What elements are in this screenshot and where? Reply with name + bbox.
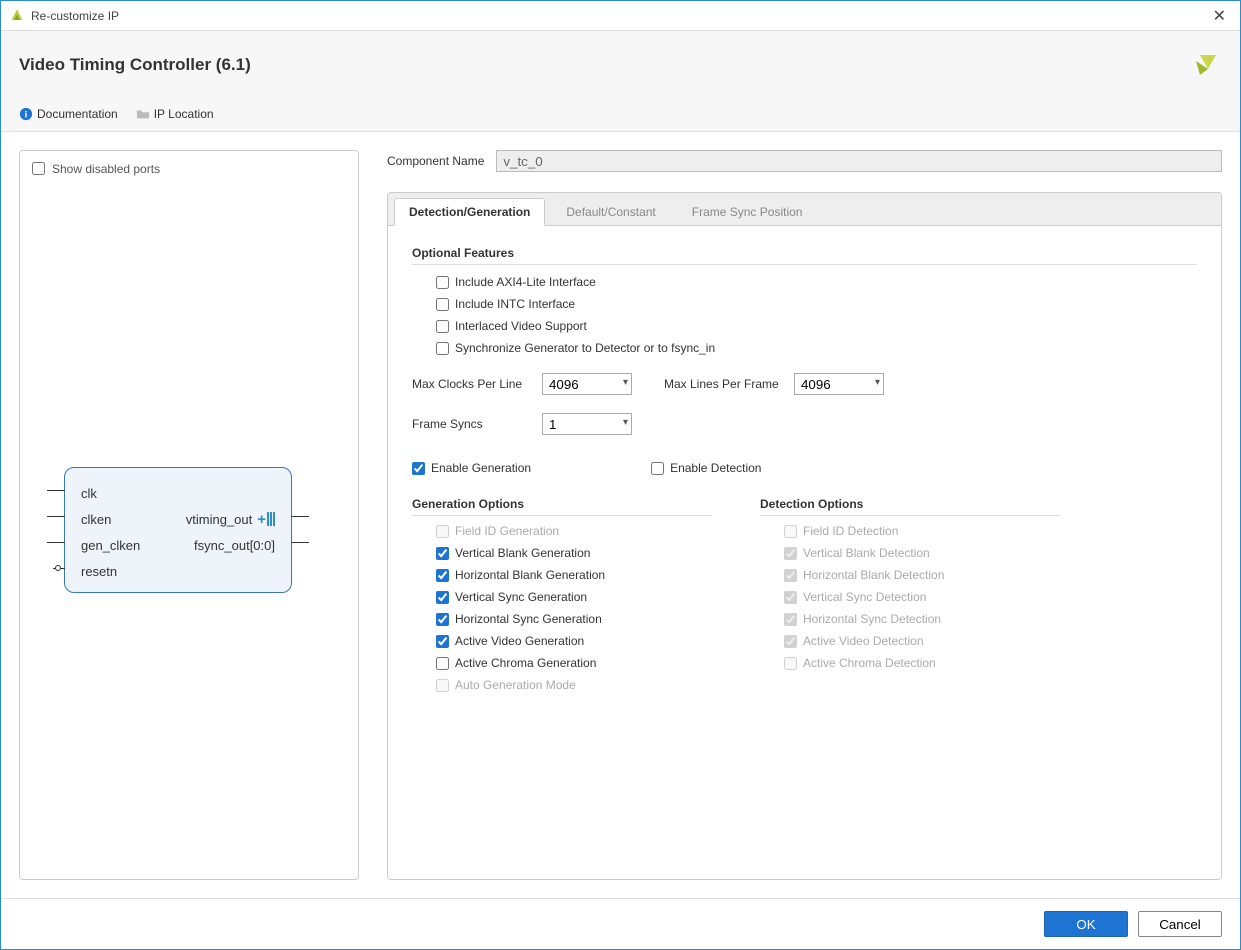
det-vblank: Vertical Blank Detection <box>784 546 1060 560</box>
max-clocks-label: Max Clocks Per Line <box>412 377 530 391</box>
show-disabled-ports-checkbox[interactable]: Show disabled ports <box>28 159 350 178</box>
folder-icon <box>136 107 150 121</box>
port-clken: clken <box>81 512 111 527</box>
port-resetn: resetn <box>81 564 117 579</box>
gen-active-video[interactable]: Active Video Generation <box>436 634 712 648</box>
tab-detection-generation[interactable]: Detection/Generation <box>394 198 545 226</box>
documentation-label: Documentation <box>37 107 118 121</box>
det-hblank: Horizontal Blank Detection <box>784 568 1060 582</box>
cancel-button[interactable]: Cancel <box>1138 911 1222 937</box>
det-hsync: Horizontal Sync Detection <box>784 612 1060 626</box>
header-area: Video Timing Controller (6.1) i Document… <box>1 31 1240 132</box>
port-clk: clk <box>81 486 97 501</box>
block-diagram: clk clken vtiming_out + <box>64 467 292 593</box>
enable-generation[interactable]: Enable Generation <box>412 461 531 475</box>
tabbed-area: Detection/Generation Default/Constant Fr… <box>387 192 1222 880</box>
opt-interlaced[interactable]: Interlaced Video Support <box>436 319 1197 333</box>
component-name-input[interactable] <box>496 150 1222 172</box>
gen-vblank[interactable]: Vertical Blank Generation <box>436 546 712 560</box>
main-area: Show disabled ports clk <box>1 132 1240 898</box>
opt-sync-detector[interactable]: Synchronize Generator to Detector or to … <box>436 341 1197 355</box>
window-title: Re-customize IP <box>31 9 1207 23</box>
detection-options-title: Detection Options <box>760 497 1060 516</box>
generation-options-title: Generation Options <box>412 497 712 516</box>
close-icon[interactable]: ✕ <box>1207 6 1232 26</box>
gen-hsync[interactable]: Horizontal Sync Generation <box>436 612 712 626</box>
opt-axi4lite[interactable]: Include AXI4-Lite Interface <box>436 275 1197 289</box>
titlebar: Re-customize IP ✕ <box>1 1 1240 31</box>
gen-field-id: Field ID Generation <box>436 524 712 538</box>
det-vsync: Vertical Sync Detection <box>784 590 1060 604</box>
ip-block: clk clken vtiming_out + <box>64 467 292 593</box>
ip-location-label: IP Location <box>154 107 214 121</box>
bus-icon: + <box>257 511 275 528</box>
det-field-id: Field ID Detection <box>784 524 1060 538</box>
ok-button[interactable]: OK <box>1044 911 1128 937</box>
tab-default-constant[interactable]: Default/Constant <box>551 198 670 226</box>
port-vtiming-out: vtiming_out <box>186 512 252 527</box>
ip-title: Video Timing Controller (6.1) <box>19 55 251 75</box>
tab-bar: Detection/Generation Default/Constant Fr… <box>388 193 1221 226</box>
documentation-link[interactable]: i Documentation <box>19 107 118 121</box>
generation-options-col: Generation Options Field ID Generation V… <box>412 497 712 700</box>
frame-syncs-dropdown[interactable]: ▾ <box>542 413 632 435</box>
info-icon: i <box>19 107 33 121</box>
enable-detection[interactable]: Enable Detection <box>651 461 761 475</box>
config-panel: Component Name Detection/Generation Defa… <box>387 150 1222 880</box>
footer: OK Cancel <box>1 898 1240 949</box>
svg-text:i: i <box>25 110 28 121</box>
component-name-row: Component Name <box>387 150 1222 172</box>
preview-panel: Show disabled ports clk <box>19 150 359 880</box>
port-fsync-out: fsync_out[0:0] <box>194 538 275 553</box>
port-gen-clken: gen_clken <box>81 538 140 553</box>
det-active-video: Active Video Detection <box>784 634 1060 648</box>
gen-auto-mode: Auto Generation Mode <box>436 678 712 692</box>
max-clocks-dropdown[interactable]: ▾ <box>542 373 632 395</box>
gen-active-chroma[interactable]: Active Chroma Generation <box>436 656 712 670</box>
gen-hblank[interactable]: Horizontal Blank Generation <box>436 568 712 582</box>
tab-content: Optional Features Include AXI4-Lite Inte… <box>388 226 1221 720</box>
gen-vsync[interactable]: Vertical Sync Generation <box>436 590 712 604</box>
app-icon <box>9 8 25 24</box>
detection-options-col: Detection Options Field ID Detection Ver… <box>760 497 1060 700</box>
tab-frame-sync-position[interactable]: Frame Sync Position <box>677 198 818 226</box>
component-name-label: Component Name <box>387 154 484 168</box>
max-lines-label: Max Lines Per Frame <box>664 377 782 391</box>
dialog-window: Re-customize IP ✕ Video Timing Controlle… <box>0 0 1241 950</box>
max-lines-dropdown[interactable]: ▾ <box>794 373 884 395</box>
show-disabled-ports-label: Show disabled ports <box>52 162 160 176</box>
opt-intc[interactable]: Include INTC Interface <box>436 297 1197 311</box>
ip-location-link[interactable]: IP Location <box>136 107 214 121</box>
det-active-chroma: Active Chroma Detection <box>784 656 1060 670</box>
show-disabled-ports-input[interactable] <box>32 162 45 175</box>
vendor-logo-icon <box>1190 49 1222 81</box>
optional-features-title: Optional Features <box>412 246 1197 265</box>
frame-syncs-label: Frame Syncs <box>412 417 530 431</box>
